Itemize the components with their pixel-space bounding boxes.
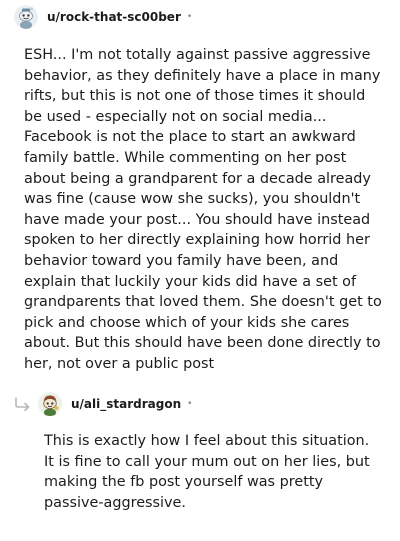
comment-body: ESH... I'm not totally against passive a… bbox=[24, 47, 382, 372]
comment-header: u/ali_stardragon • bbox=[14, 391, 192, 417]
avatar[interactable] bbox=[14, 5, 38, 29]
reddit-snoo-avatar-icon bbox=[38, 392, 62, 416]
reply-arrow-icon bbox=[14, 397, 32, 411]
separator-dot: • bbox=[186, 11, 193, 22]
comment-header: u/rock-that-sc00ber • bbox=[14, 4, 192, 30]
username[interactable]: u/rock-that-sc00ber bbox=[47, 10, 181, 24]
reddit-snoo-avatar-icon bbox=[14, 5, 38, 29]
comment-body: This is exactly how I feel about this si… bbox=[44, 433, 370, 511]
avatar[interactable] bbox=[38, 392, 62, 416]
username[interactable]: u/ali_stardragon bbox=[71, 397, 181, 411]
separator-dot: • bbox=[187, 398, 193, 409]
